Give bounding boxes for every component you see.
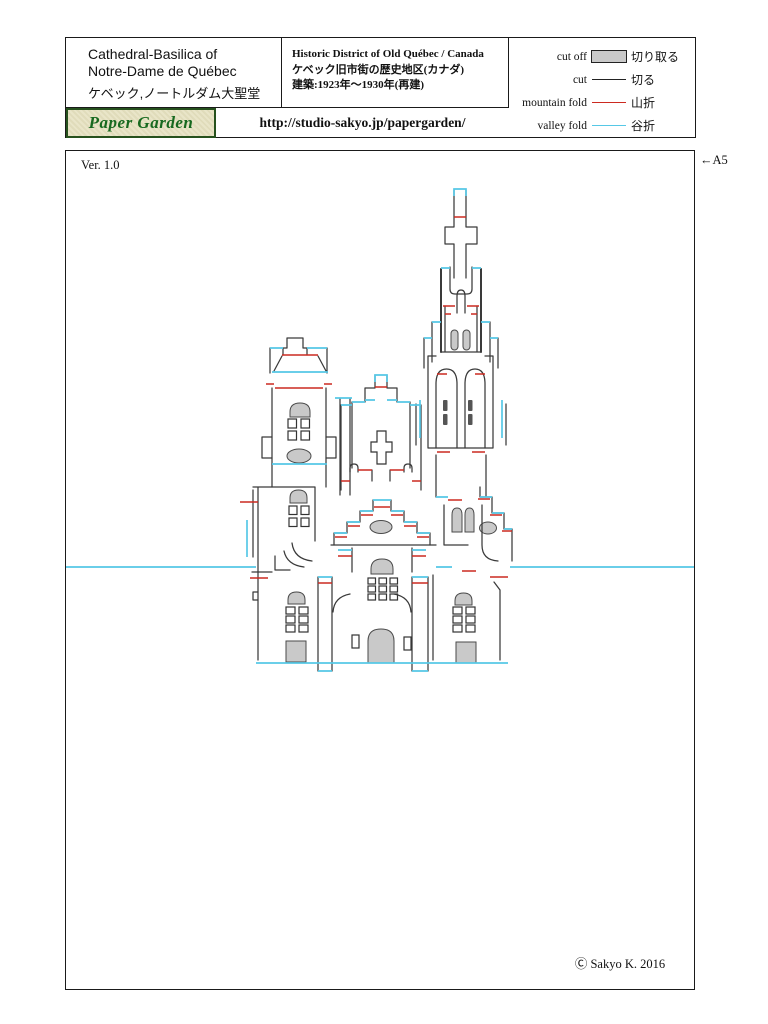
pattern-sheet-page: Cathedral-Basilica of Notre-Dame de Québ… <box>0 0 768 1024</box>
belfry-side-cut-lines <box>440 268 482 353</box>
papercraft-pattern <box>66 188 694 672</box>
belfry-slit-windows <box>443 400 473 425</box>
window-cutouts <box>285 418 476 651</box>
